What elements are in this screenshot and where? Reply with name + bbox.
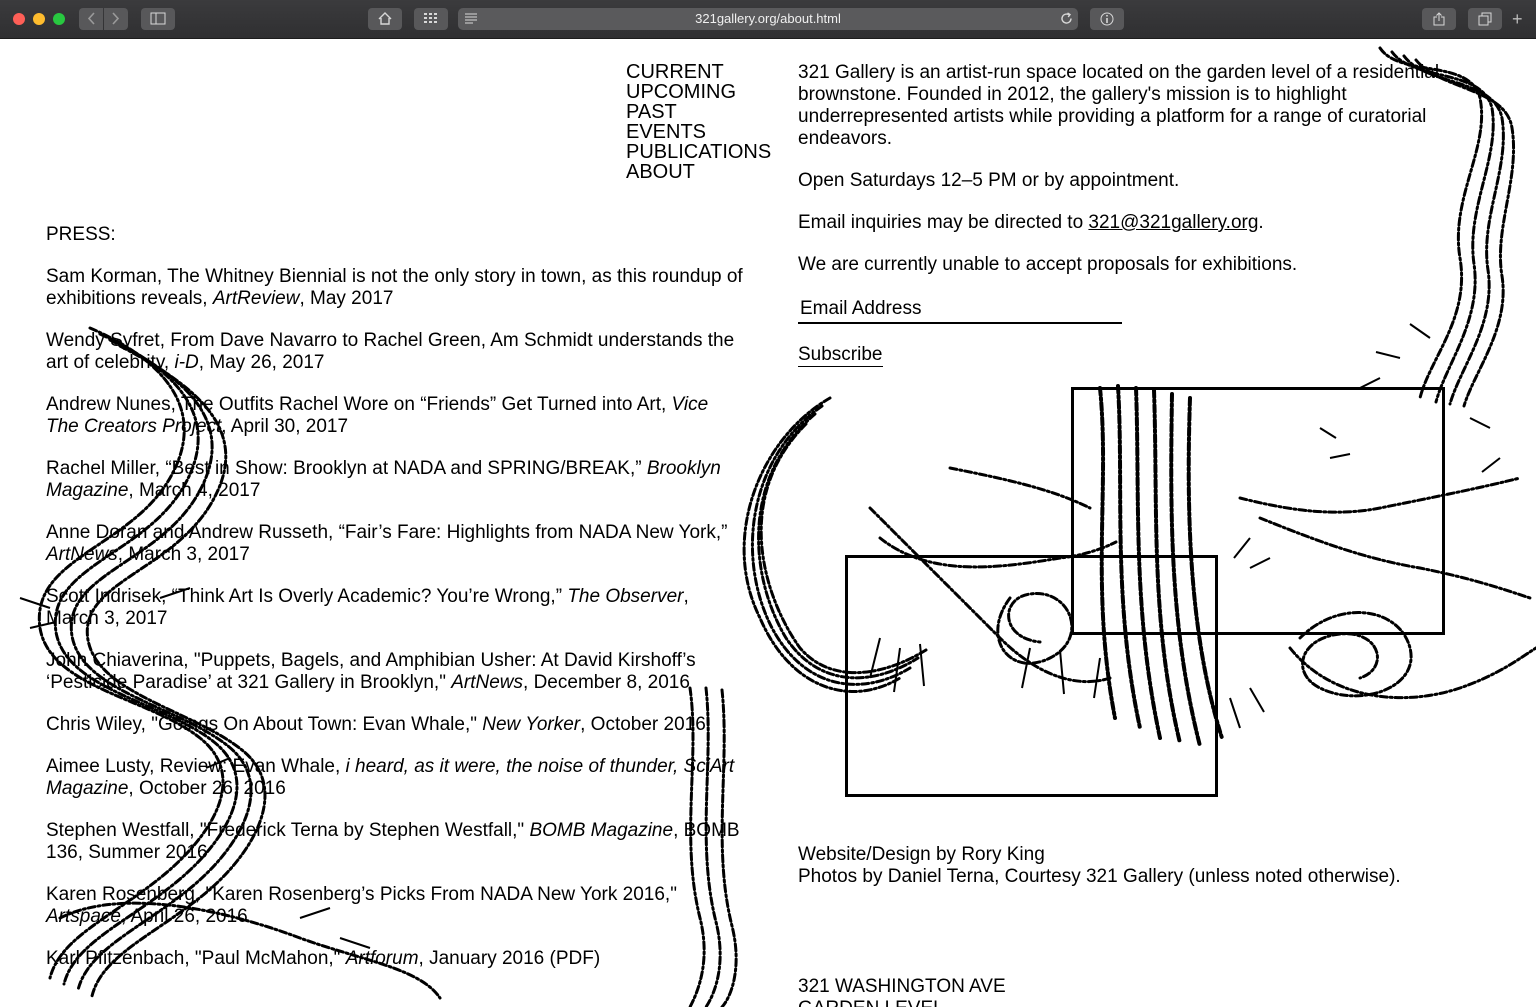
frame-box-left [845, 555, 1218, 797]
press-item-text: Andrew Nunes, The Outfits Rachel Wore on… [46, 394, 672, 415]
forward-button[interactable] [104, 8, 128, 30]
address-line-1: 321 WASHINGTON AVE [798, 976, 1006, 997]
press-item-text: Stephen Westfall, "Frederick Terna by St… [46, 820, 530, 841]
privacy-report-button[interactable] [1090, 8, 1124, 30]
email-suffix: . [1258, 212, 1264, 233]
credit-design: Website/Design by Rory King [798, 844, 1045, 865]
press-section: PRESS: Sam Korman, The Whitney Biennial … [46, 224, 746, 990]
credit-photos: Photos by Daniel Terna, Courtesy 321 Gal… [798, 866, 1401, 887]
url-text: 321gallery.org/about.html [695, 11, 841, 26]
press-item-date: , April 26, 2016 [120, 906, 248, 927]
nav-past[interactable]: PAST [626, 102, 771, 122]
minimize-window-button[interactable] [33, 13, 45, 25]
press-item-text: Aimee Lusty, Review: Evan Whale, [46, 756, 346, 777]
chevron-left-icon [87, 12, 95, 25]
nav-upcoming[interactable]: UPCOMING [626, 82, 771, 102]
main-nav: CURRENT UPCOMING PAST EVENTS PUBLICATION… [626, 62, 771, 182]
nav-publications[interactable]: PUBLICATIONS [626, 142, 771, 162]
subscribe-button[interactable]: Subscribe [798, 344, 883, 367]
newsletter-email-input[interactable] [798, 296, 1122, 324]
press-item[interactable]: John Chiaverina, "Puppets, Bagels, and A… [46, 650, 746, 694]
email-line: Email inquiries may be directed to 321@3… [798, 212, 1488, 234]
close-window-button[interactable] [13, 13, 25, 25]
share-icon [1433, 12, 1445, 26]
about-section: 321 Gallery is an artist-run space locat… [798, 62, 1488, 367]
press-item[interactable]: Scott Indrisek, “Think Art Is Overly Aca… [46, 586, 746, 630]
email-link[interactable]: 321@321gallery.org [1088, 212, 1258, 233]
opening-hours: Open Saturdays 12–5 PM or by appointment… [798, 170, 1180, 191]
home-button[interactable] [368, 8, 402, 30]
press-item-publication: ArtNews [451, 672, 524, 693]
email-prefix: Email inquiries may be directed to [798, 212, 1089, 233]
press-item-date: , May 2017 [299, 288, 394, 309]
press-item-publication: New Yorker [482, 714, 581, 735]
press-item[interactable]: Andrew Nunes, The Outfits Rachel Wore on… [46, 394, 746, 438]
sidebar-icon [150, 12, 166, 25]
address-line-2: GARDEN LEVEL [798, 998, 1006, 1007]
press-item-date: , May 26, 2017 [198, 352, 325, 373]
reload-icon[interactable] [1059, 11, 1074, 26]
press-item-text: Anne Doran and Andrew Russeth, “Fair’s F… [46, 522, 728, 543]
sidebar-toggle-button[interactable] [141, 8, 175, 30]
press-item-publication: Artforum [345, 948, 419, 969]
info-icon [1100, 12, 1114, 26]
press-item-text: Rachel Miller, “Best in Show: Brooklyn a… [46, 458, 647, 479]
press-item-date: , October 2016 [580, 714, 706, 735]
new-tab-button[interactable]: + [1512, 10, 1523, 28]
press-item-date: , March 3, 2017 [117, 544, 250, 565]
chevron-right-icon [112, 12, 120, 25]
press-item-publication: ArtNews [46, 544, 118, 565]
press-item-date: , April 30, 2017 [221, 416, 349, 437]
press-item-publication: BOMB Magazine [529, 820, 674, 841]
press-item-text: Karen Rosenberg, "Karen Rosenberg’s Pick… [46, 884, 677, 905]
press-item-text: Karl Pfitzenbach, "Paul McMahon," [46, 948, 346, 969]
press-item-publication: i-D [174, 352, 199, 373]
press-item-text: Chris Wiley, "Goings On About Town: Evan… [46, 714, 483, 735]
zoom-window-button[interactable] [53, 13, 65, 25]
press-item[interactable]: Anne Doran and Andrew Russeth, “Fair’s F… [46, 522, 746, 566]
proposals-note: We are currently unable to accept propos… [798, 254, 1298, 275]
address-bar[interactable]: 321gallery.org/about.html [458, 8, 1078, 30]
share-button[interactable] [1422, 8, 1456, 30]
grid-icon [424, 13, 437, 23]
press-item-publication: Artspace [46, 906, 121, 927]
nav-current[interactable]: CURRENT [626, 62, 771, 82]
gallery-address: 321 WASHINGTON AVE GARDEN LEVEL [798, 976, 1006, 1007]
top-sites-button[interactable] [414, 8, 448, 30]
reader-icon[interactable] [464, 12, 478, 24]
page-content: CURRENT UPCOMING PAST EVENTS PUBLICATION… [0, 38, 1536, 1007]
press-item-date: , October 26, 2016 [128, 778, 286, 799]
press-item[interactable]: Stephen Westfall, "Frederick Terna by St… [46, 820, 746, 864]
press-item[interactable]: Chris Wiley, "Goings On About Town: Evan… [46, 714, 746, 736]
press-item[interactable]: Karen Rosenberg, "Karen Rosenberg’s Pick… [46, 884, 746, 928]
press-heading: PRESS: [46, 224, 116, 245]
press-item-publication: ArtReview [212, 288, 300, 309]
frame-box-right [1071, 387, 1445, 635]
browser-toolbar: 321gallery.org/about.html + [0, 0, 1536, 39]
nav-events[interactable]: EVENTS [626, 122, 771, 142]
about-intro: 321 Gallery is an artist-run space locat… [798, 62, 1440, 149]
press-item-date: , December 8, 2016 [523, 672, 690, 693]
press-item-text: Sam Korman, The Whitney Biennial is not … [46, 266, 743, 309]
press-item-date: , January 2016 (PDF) [418, 948, 601, 969]
show-tabs-button[interactable] [1468, 8, 1502, 30]
press-item-publication: The Observer [567, 586, 684, 607]
credits: Website/Design by Rory King Photos by Da… [798, 844, 1401, 888]
press-item-text: Wendy Syfret, From Dave Navarro to Rache… [46, 330, 735, 373]
press-item[interactable]: Sam Korman, The Whitney Biennial is not … [46, 266, 746, 310]
press-item[interactable]: Aimee Lusty, Review: Evan Whale, i heard… [46, 756, 746, 800]
tabs-icon [1478, 12, 1492, 26]
press-item-date: , March 4, 2017 [128, 480, 261, 501]
press-item[interactable]: Karl Pfitzenbach, "Paul McMahon," Artfor… [46, 948, 746, 970]
press-item[interactable]: Rachel Miller, “Best in Show: Brooklyn a… [46, 458, 746, 502]
home-icon [378, 12, 392, 25]
press-item-text: Scott Indrisek, “Think Art Is Overly Aca… [46, 586, 568, 607]
press-list: Sam Korman, The Whitney Biennial is not … [46, 266, 746, 970]
nav-about[interactable]: ABOUT [626, 162, 771, 182]
press-item[interactable]: Wendy Syfret, From Dave Navarro to Rache… [46, 330, 746, 374]
back-button[interactable] [79, 8, 103, 30]
